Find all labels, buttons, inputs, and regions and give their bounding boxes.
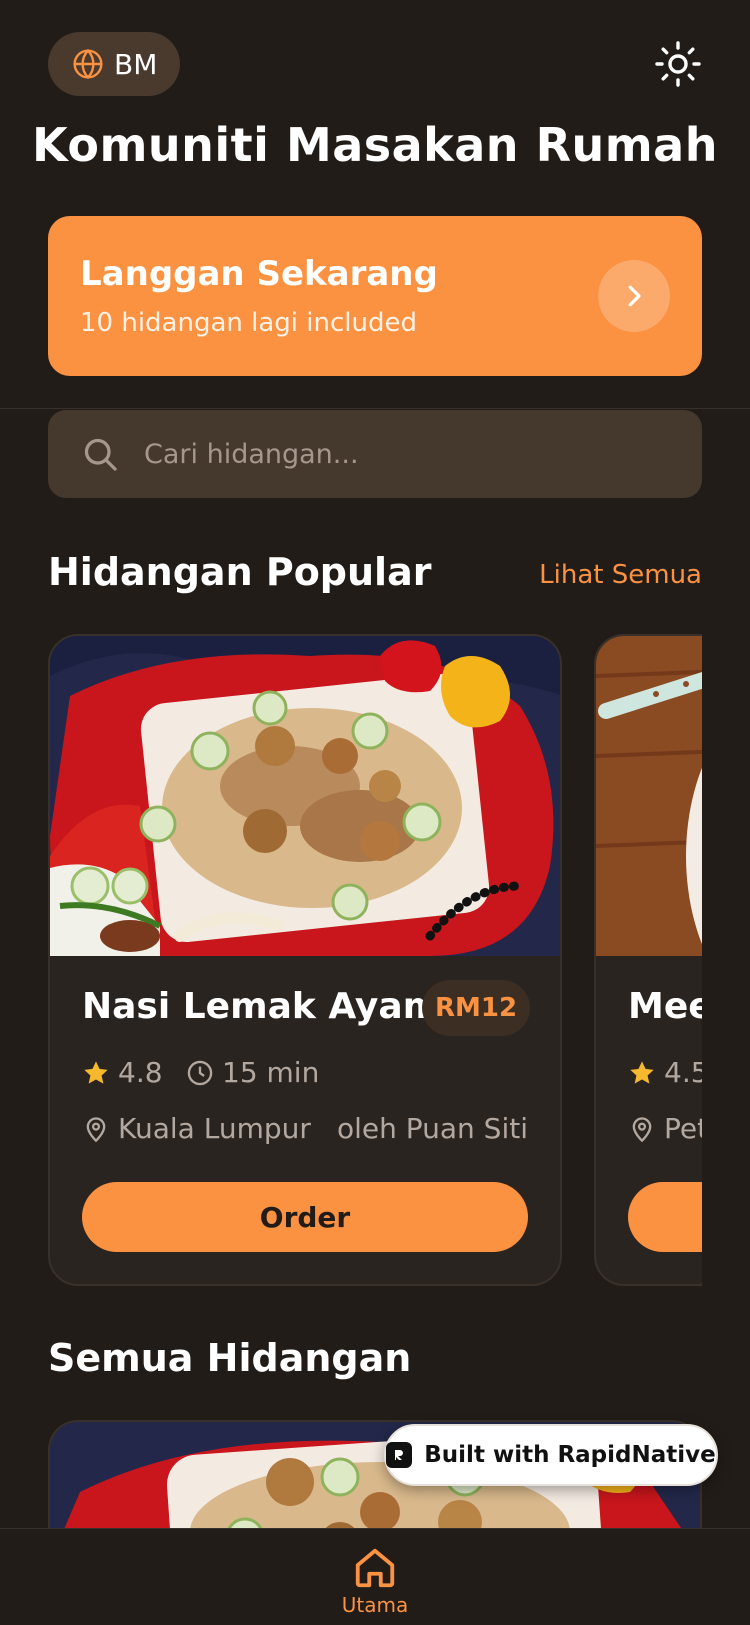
sun-icon bbox=[655, 41, 701, 87]
language-toggle[interactable]: BM bbox=[48, 32, 180, 96]
promo-title: Langgan Sekarang bbox=[80, 254, 438, 294]
rapidnative-logo-icon bbox=[386, 1442, 413, 1468]
theme-toggle-button[interactable] bbox=[654, 40, 702, 88]
location-value: Pet bbox=[664, 1112, 702, 1145]
search-bar[interactable] bbox=[48, 410, 702, 498]
built-with-badge[interactable]: Built with RapidNative bbox=[384, 1424, 718, 1486]
order-button[interactable] bbox=[628, 1182, 702, 1252]
star-icon bbox=[84, 1060, 108, 1084]
page-title: Komuniti Masakan Rumah bbox=[32, 118, 718, 172]
order-button[interactable]: Order bbox=[82, 1182, 528, 1252]
cook-name: oleh Puan Siti bbox=[336, 1112, 528, 1145]
dish-image bbox=[50, 636, 560, 956]
tab-home-label: Utama bbox=[341, 1593, 409, 1617]
promo-subtitle: 10 hidangan lagi included bbox=[80, 308, 417, 338]
bottom-tab-bar: Utama bbox=[0, 1528, 750, 1625]
search-input[interactable] bbox=[142, 437, 626, 471]
search-icon bbox=[84, 438, 117, 471]
badge-label: Built with RapidNative bbox=[424, 1442, 716, 1468]
language-label: BM bbox=[114, 47, 158, 81]
dish-card[interactable]: Mee 4.5 Pet bbox=[594, 634, 702, 1286]
dish-name: Nasi Lemak Ayam bbox=[82, 986, 441, 1027]
see-all-link[interactable]: Lihat Semua bbox=[539, 560, 702, 590]
tab-home[interactable]: Utama bbox=[330, 1545, 420, 1625]
prep-time: 15 min bbox=[186, 1056, 319, 1089]
rating-value: 4.5 bbox=[664, 1056, 702, 1089]
rating: 4.5 bbox=[628, 1056, 702, 1089]
location: Pet bbox=[628, 1112, 702, 1145]
price-badge: RM12 bbox=[422, 980, 530, 1036]
location-value: Kuala Lumpur bbox=[118, 1112, 311, 1145]
all-dishes-section-title: Semua Hidangan bbox=[48, 1336, 412, 1380]
map-pin-icon bbox=[86, 1116, 106, 1142]
promo-arrow-button[interactable] bbox=[598, 260, 670, 332]
chevron-right-icon bbox=[628, 285, 641, 307]
dish-image bbox=[596, 636, 702, 956]
map-pin-icon bbox=[632, 1116, 652, 1142]
star-icon bbox=[630, 1060, 654, 1084]
clock-icon bbox=[187, 1060, 213, 1085]
home-icon bbox=[355, 1548, 395, 1588]
dish-card[interactable]: Nasi Lemak Ayam RM12 4.8 15 min Kuala Lu… bbox=[48, 634, 562, 1286]
location: Kuala Lumpur bbox=[82, 1112, 311, 1145]
subscribe-banner[interactable]: Langgan Sekarang 10 hidangan lagi includ… bbox=[48, 216, 702, 376]
popular-section-title: Hidangan Popular bbox=[48, 550, 432, 594]
prep-time-value: 15 min bbox=[222, 1056, 320, 1089]
popular-carousel[interactable]: Nasi Lemak Ayam RM12 4.8 15 min Kuala Lu… bbox=[48, 634, 702, 1286]
rating-value: 4.8 bbox=[118, 1056, 163, 1089]
header-divider bbox=[0, 408, 750, 409]
rating: 4.8 bbox=[82, 1056, 163, 1089]
dish-name: Mee bbox=[628, 986, 702, 1027]
globe-icon bbox=[73, 48, 103, 80]
